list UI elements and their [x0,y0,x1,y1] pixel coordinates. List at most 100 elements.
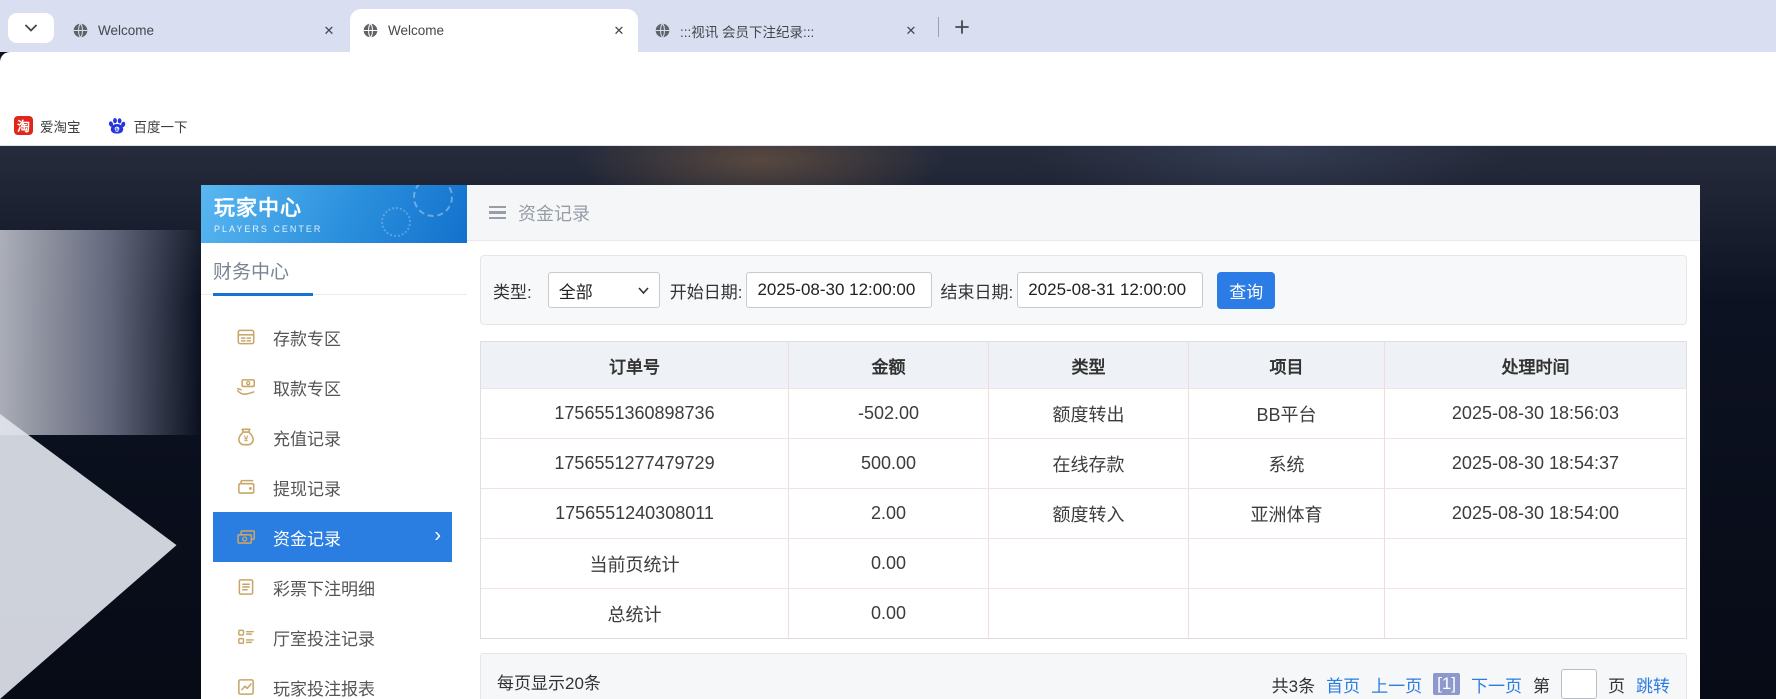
new-tab-button[interactable] [948,13,976,41]
page-title: 资金记录 [518,200,590,226]
tab-divider [938,17,939,37]
table-row-page-summary: 当前页统计 0.00 [481,538,1686,588]
sidebar-item-lottery-bet-details[interactable]: 彩票下注明细 [201,562,467,612]
cell-amount: 0.00 [789,589,989,638]
browser-toolbar: js13.cc/hhcp/usercenter.html?iniType=6 [0,52,1776,106]
background-triangle-shape [0,414,182,699]
col-amount: 金额 [789,342,989,388]
globe-icon [654,22,671,39]
funds-record-icon [235,526,257,548]
cell-amount: -502.00 [789,389,989,438]
table-row: 1756551360898736 -502.00 额度转出 BB平台 2025-… [481,388,1686,438]
recharge-icon: ¥ [235,426,257,448]
bookmark-taobao[interactable]: 淘 爱淘宝 [14,116,81,136]
sidebar-item-label: 厅室投注记录 [273,625,375,650]
jump-button[interactable]: 跳转 [1636,672,1670,697]
first-page-link[interactable]: 首页 [1326,672,1360,697]
players-center-sidebar: 玩家中心 PLAYERS CENTER 财务中心 存款专区 取款专区 ¥ 充值记… [201,185,467,699]
cell-type: 额度转出 [989,389,1189,438]
cell-order-id: 1756551277479729 [481,439,789,488]
pagination-controls: 共3条 首页 上一页 [1] 下一页 第 页 跳转 [1272,669,1670,699]
end-date-input[interactable]: 2025-08-31 12:00:00 [1017,272,1203,308]
page-jump-suffix: 页 [1608,672,1625,697]
chevron-down-icon [25,24,37,32]
prev-page-link[interactable]: 上一页 [1371,672,1422,697]
cell-process-time: 2025-08-30 18:54:37 [1385,439,1686,488]
filter-bar: 类型: 全部 开始日期: 2025-08-30 12:00:00 结束日期: 2… [480,255,1687,325]
withdraw-record-icon [235,476,257,498]
sidebar-item-recharge-records[interactable]: ¥ 充值记录 [201,412,467,462]
page-jump-prefix: 第 [1533,672,1550,697]
search-button[interactable]: 查询 [1217,272,1275,309]
type-select-value: 全部 [559,278,593,303]
start-date-label: 开始日期: [670,278,743,303]
tab-welcome-1[interactable]: Welcome ✕ [60,9,348,52]
tab-welcome-2-active[interactable]: Welcome ✕ [350,9,638,52]
col-order-id: 订单号 [481,342,789,388]
cell-process-time: 2025-08-30 18:54:00 [1385,489,1686,538]
cell-summary-label: 当前页统计 [481,539,789,588]
cell-type: 额度转入 [989,489,1189,538]
cell-project: 系统 [1189,439,1385,488]
lottery-detail-icon [235,576,257,598]
start-date-value: 2025-08-30 12:00:00 [757,280,915,300]
tab-title: Welcome [98,23,320,38]
col-project: 项目 [1189,342,1385,388]
sidebar-item-withdrawal-records[interactable]: 提现记录 [201,462,467,512]
next-page-link[interactable]: 下一页 [1471,672,1522,697]
close-icon[interactable]: ✕ [902,22,920,40]
sidebar-item-label: 玩家投注报表 [273,675,375,699]
sidebar-item-label: 取款专区 [273,375,341,400]
browser-tab-strip: Welcome ✕ Welcome ✕ :::视讯 会员下注纪录::: ✕ [0,0,1776,52]
close-icon[interactable]: ✕ [320,22,338,40]
total-count: 共3条 [1272,672,1315,697]
sidebar-item-player-bet-report[interactable]: 玩家投注报表 [201,662,467,699]
sidebar-item-hall-bet-records[interactable]: 厅室投注记录 [201,612,467,662]
start-date-input[interactable]: 2025-08-30 12:00:00 [746,272,932,308]
chevron-down-icon [638,287,649,294]
page-number-input[interactable] [1561,669,1597,699]
cell-project: BB平台 [1189,389,1385,438]
current-page-indicator: [1] [1433,673,1460,695]
tab-video-bet-records[interactable]: :::视讯 会员下注纪录::: ✕ [642,9,930,52]
sidebar-subtitle: PLAYERS CENTER [214,224,467,234]
globe-icon [362,22,379,39]
chevron-right-icon: › [434,525,441,548]
panel-header: 资金记录 [467,185,1700,241]
bookmark-label: 百度一下 [134,116,188,136]
bookmark-baidu[interactable]: du 百度一下 [107,116,188,136]
deposit-icon [235,326,257,348]
funds-table: 订单号 金额 类型 项目 处理时间 1756551360898736 -502.… [480,341,1687,639]
svg-text:du: du [114,126,120,131]
sidebar-section-finance: 财务中心 [201,243,467,295]
globe-icon [72,22,89,39]
background-gray-band [0,230,201,435]
sidebar-item-label: 提现记录 [273,475,341,500]
baidu-paw-icon: du [107,116,127,136]
section-title: 财务中心 [213,257,455,284]
type-select[interactable]: 全部 [548,272,660,308]
table-row-total-summary: 总统计 0.00 [481,588,1686,638]
end-date-value: 2025-08-31 12:00:00 [1028,280,1186,300]
tab-title: :::视讯 会员下注纪录::: [680,21,902,41]
taobao-icon: 淘 [14,116,33,135]
decor-circle-icon [381,207,411,237]
sidebar-menu: 存款专区 取款专区 ¥ 充值记录 提现记录 资金记录 › [201,312,467,699]
end-date-label: 结束日期: [940,278,1013,303]
sidebar-item-withdraw-zone[interactable]: 取款专区 [201,362,467,412]
sidebar-item-deposit-zone[interactable]: 存款专区 [201,312,467,362]
cell-order-id: 1756551360898736 [481,389,789,438]
svg-text:¥: ¥ [244,434,249,443]
sidebar-header: 玩家中心 PLAYERS CENTER [201,185,467,243]
cell-amount: 500.00 [789,439,989,488]
bookmarks-bar: 淘 爱淘宝 du 百度一下 [0,106,1776,146]
close-icon[interactable]: ✕ [610,22,628,40]
pagination-bar: 每页显示20条 共3条 首页 上一页 [1] 下一页 第 页 跳转 [480,653,1687,699]
sidebar-item-funds-records[interactable]: 资金记录 › [213,512,452,562]
hamburger-menu-icon[interactable] [489,206,506,220]
type-label: 类型: [493,278,532,303]
cell-amount: 0.00 [789,539,989,588]
withdraw-zone-icon [235,376,257,398]
tab-list-dropdown-button[interactable] [8,13,54,43]
cell-process-time: 2025-08-30 18:56:03 [1385,389,1686,438]
